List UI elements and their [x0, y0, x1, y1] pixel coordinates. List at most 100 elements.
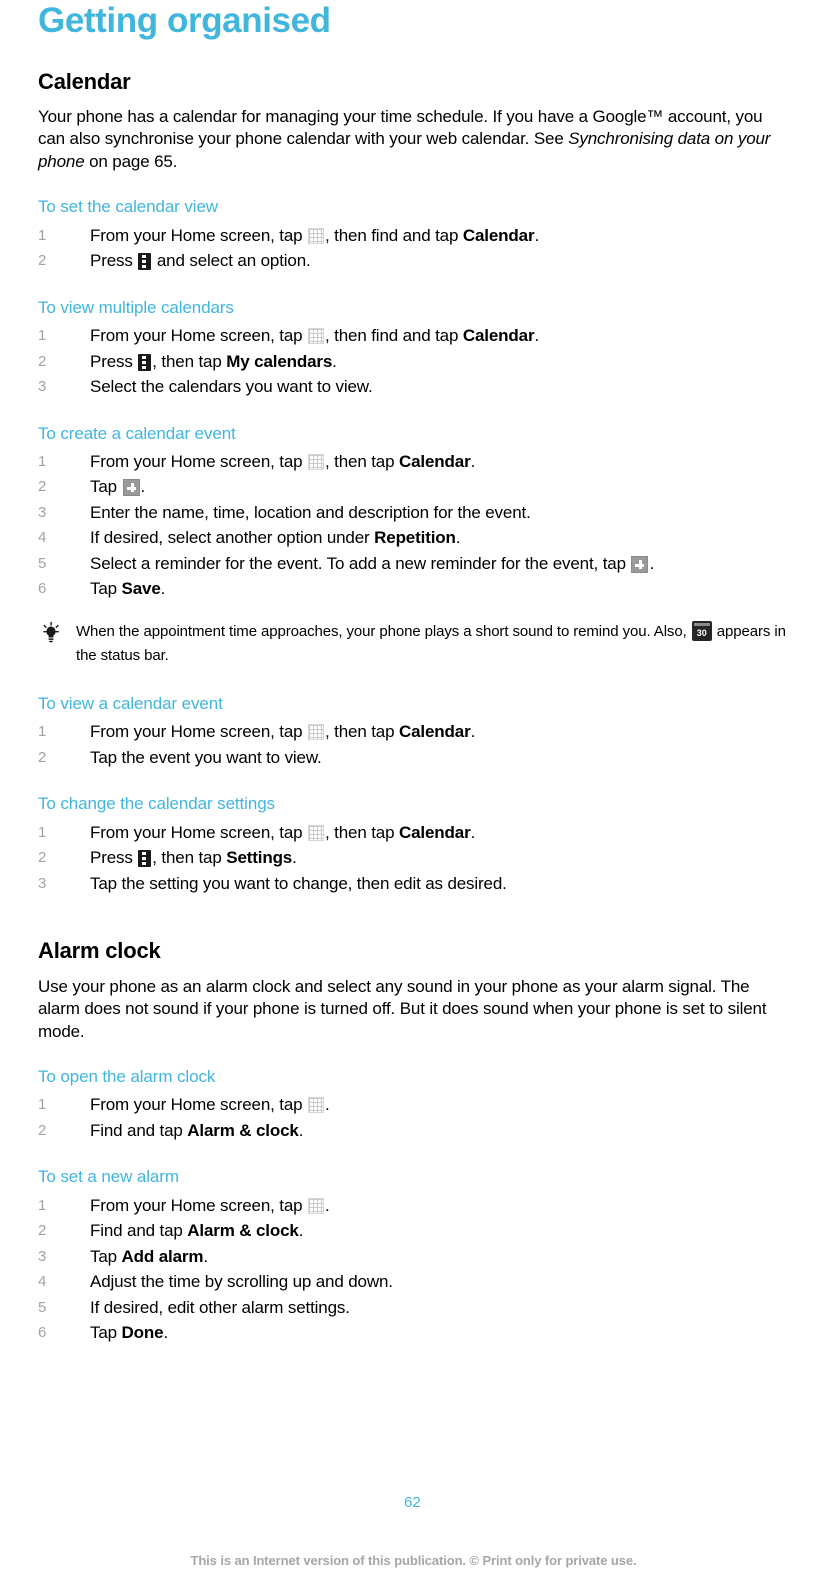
step-text: . [325, 1195, 330, 1215]
list-item: Tap Add alarm. [38, 1244, 789, 1270]
procedure-title-set-new-alarm: To set a new alarm [38, 1167, 179, 1187]
step-bold-term: Alarm & clock [187, 1120, 299, 1140]
list-item: From your Home screen, tap . [38, 1092, 789, 1118]
step-text: Enter the name, time, location and descr… [90, 502, 531, 522]
app-drawer-grid-icon [308, 227, 325, 244]
app-drawer-grid-icon [308, 328, 325, 345]
step-text: From your Home screen, tap [90, 451, 308, 471]
list-item: If desired, edit other alarm settings. [38, 1295, 789, 1321]
step-text: If desired, select another option under [90, 528, 375, 548]
step-bold-term: Calendar [462, 225, 535, 245]
plus-button-icon [122, 479, 140, 497]
list-item: Enter the name, time, location and descr… [38, 500, 789, 526]
step-text: Tap the event you want to view. [90, 747, 322, 767]
step-text: and select an option. [152, 251, 311, 271]
procedure-steps-change-calendar-settings: From your Home screen, tap , then tap Ca… [38, 820, 789, 897]
manual-page: Getting organised Calendar Your phone ha… [0, 0, 827, 1588]
list-item: Adjust the time by scrolling up and down… [38, 1269, 789, 1295]
step-text: Adjust the time by scrolling up and down… [90, 1272, 393, 1292]
app-drawer-grid-icon [308, 724, 325, 741]
list-item: Select the calendars you want to view. [38, 374, 789, 400]
list-item: From your Home screen, tap , then tap Ca… [38, 719, 789, 745]
step-text: If desired, edit other alarm settings. [90, 1297, 350, 1317]
step-text: . [455, 528, 461, 548]
step-text: Press [90, 848, 138, 868]
page-number: 62 [404, 1494, 421, 1511]
list-item: If desired, select another option under … [38, 525, 789, 551]
step-text: Press [90, 351, 138, 371]
list-item: Tap . [38, 474, 789, 500]
step-text: , then tap [152, 848, 227, 868]
step-text: . [163, 1323, 169, 1343]
list-item: From your Home screen, tap , then tap Ca… [38, 820, 789, 846]
step-text: , then tap [325, 722, 399, 742]
list-item: Tap Save. [38, 576, 789, 602]
step-bold-term: Calendar [399, 451, 471, 471]
procedure-steps-view-calendar-event: From your Home screen, tap , then tap Ca… [38, 719, 789, 771]
step-bold-term: Calendar [399, 722, 471, 742]
procedure-title-set-calendar-view: To set the calendar view [38, 197, 218, 217]
step-text: Find and tap [90, 1221, 188, 1241]
step-text: From your Home screen, tap [90, 326, 308, 346]
lightbulb-icon [43, 621, 59, 643]
procedure-steps-set-new-alarm: From your Home screen, tap . Find and ta… [38, 1193, 789, 1346]
step-text: . [298, 1120, 304, 1140]
section-heading-calendar: Calendar [38, 68, 131, 94]
step-text: Tap [90, 1246, 122, 1266]
step-text: , then tap [325, 822, 399, 842]
step-bold-term: Alarm & clock [187, 1221, 299, 1241]
list-item: Tap the setting you want to change, then… [38, 871, 789, 897]
app-drawer-grid-icon [308, 1097, 325, 1114]
list-item: From your Home screen, tap , then find a… [38, 223, 789, 249]
step-text: , then tap [152, 351, 227, 371]
step-text: Tap [90, 579, 122, 599]
procedure-steps-set-calendar-view: From your Home screen, tap , then find a… [38, 223, 789, 274]
step-text: . [534, 225, 540, 245]
list-item: From your Home screen, tap , then tap Ca… [38, 449, 789, 475]
procedure-steps-view-multiple-calendars: From your Home screen, tap , then find a… [38, 323, 789, 400]
footer-copyright-note: This is an Internet version of this publ… [190, 1553, 637, 1568]
step-text: . [203, 1246, 208, 1266]
step-text: Find and tap [90, 1120, 188, 1140]
step-text: Tap the setting you want to change, then… [90, 873, 507, 893]
step-bold-term: Done [121, 1323, 164, 1343]
list-item: Find and tap Alarm & clock. [38, 1218, 789, 1244]
step-text: From your Home screen, tap [90, 225, 308, 245]
intro-text-part2: on page 65. [84, 151, 178, 171]
step-text: . [649, 553, 655, 573]
procedure-steps-open-alarm-clock: From your Home screen, tap . Find and ta… [38, 1092, 789, 1144]
tip-note-block: When the appointment time approaches, yo… [38, 602, 789, 670]
step-text: , then tap [325, 451, 399, 471]
procedure-title-view-multiple-calendars: To view multiple calendars [38, 297, 234, 317]
list-item: Find and tap Alarm & clock. [38, 1118, 789, 1144]
step-text: . [140, 477, 146, 497]
step-text: Tap [90, 477, 122, 497]
step-text: From your Home screen, tap [90, 1195, 308, 1215]
app-drawer-grid-icon [308, 1197, 325, 1214]
step-text: . [470, 822, 476, 842]
list-item: Press , then tap My calendars. [38, 349, 789, 375]
list-item: Tap Done. [38, 1320, 789, 1346]
calendar-intro-paragraph: Your phone has a calendar for managing y… [38, 94, 789, 174]
tip-text-before: When the appointment time approaches, yo… [76, 622, 691, 640]
step-text: Select a reminder for the event. To add … [90, 553, 631, 573]
procedure-title-open-alarm-clock: To open the alarm clock [38, 1067, 216, 1087]
menu-key-icon [138, 253, 152, 271]
procedure-title-create-calendar-event: To create a calendar event [38, 423, 236, 443]
step-text: . [298, 1221, 304, 1241]
step-text: , then find and tap [325, 225, 463, 245]
list-item: Tap the event you want to view. [38, 745, 789, 771]
app-drawer-grid-icon [308, 453, 325, 470]
step-text: Tap [90, 1323, 122, 1343]
procedure-title-change-calendar-settings: To change the calendar settings [38, 794, 275, 814]
step-text: . [534, 326, 540, 346]
list-item: From your Home screen, tap , then find a… [38, 323, 789, 349]
list-item: From your Home screen, tap . [38, 1193, 789, 1219]
step-bold-term: Calendar [462, 326, 535, 346]
step-bold-term: Settings [226, 848, 293, 868]
chapter-title: Getting organised [38, 1, 331, 40]
step-bold-term: Calendar [399, 822, 471, 842]
tip-text: When the appointment time approaches, yo… [76, 620, 789, 668]
step-text: From your Home screen, tap [90, 822, 308, 842]
step-text: From your Home screen, tap [90, 1095, 308, 1115]
